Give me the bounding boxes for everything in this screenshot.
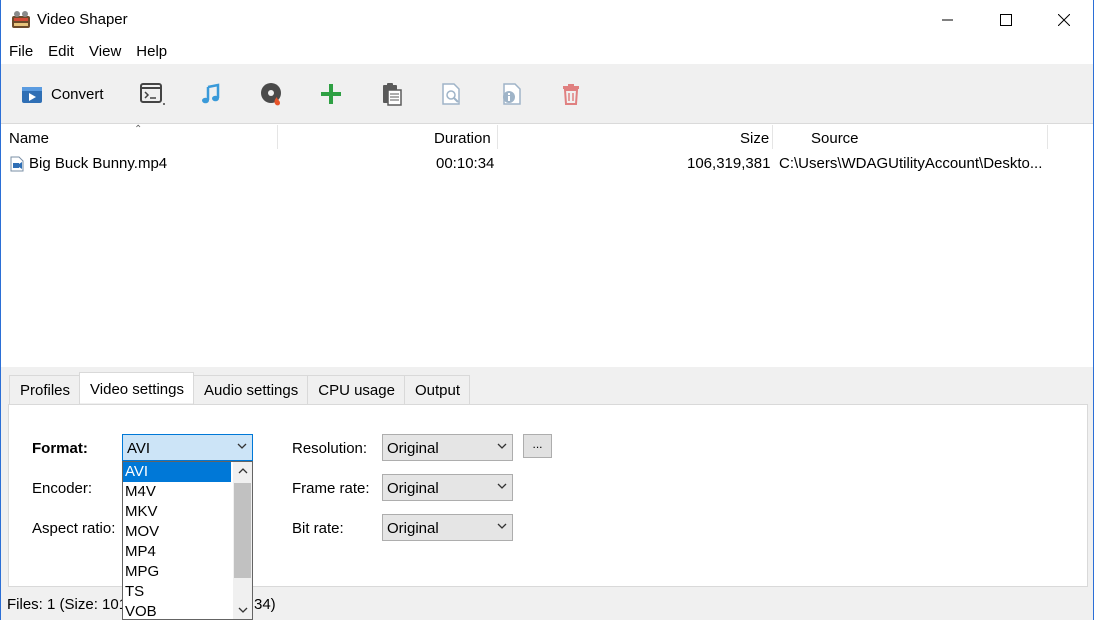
status-text: Files: 1 (Size: 101 — [7, 596, 128, 613]
resolution-more-button[interactable]: ... — [523, 434, 552, 458]
bit-rate-select[interactable]: Original — [382, 514, 513, 541]
settings-tabs: Profiles Video settings Audio settings C… — [9, 372, 470, 405]
format-option-mp4[interactable]: MP4 — [123, 542, 231, 562]
chevron-down-icon — [238, 607, 247, 613]
terminal-icon — [140, 83, 165, 105]
video-file-icon — [10, 156, 24, 172]
info-icon — [503, 83, 521, 105]
format-select[interactable]: AVI — [122, 434, 253, 461]
add-file-button[interactable] — [320, 78, 342, 110]
chevron-down-icon — [497, 483, 507, 489]
close-button[interactable] — [1035, 0, 1093, 40]
maximize-icon — [1000, 14, 1012, 26]
column-size[interactable]: Size — [740, 130, 769, 147]
delete-icon — [563, 84, 579, 105]
add-icon — [321, 84, 341, 104]
convert-label: Convert — [51, 85, 104, 103]
properties-button — [500, 78, 522, 110]
close-icon — [1058, 14, 1070, 26]
chevron-down-icon — [497, 443, 507, 449]
frame-rate-value: Original — [387, 480, 439, 497]
tab-audio-settings[interactable]: Audio settings — [193, 375, 309, 404]
menu-help[interactable]: Help — [128, 40, 174, 64]
paste-button[interactable] — [381, 78, 403, 110]
frame-rate-label: Frame rate: — [292, 480, 370, 497]
minimize-icon — [942, 19, 953, 21]
bit-rate-label: Bit rate: — [292, 520, 344, 537]
convert-button[interactable]: Convert — [21, 78, 104, 110]
dropdown-scrollbar[interactable] — [233, 462, 252, 619]
list-header: ⌃ Name Duration Size Source — [1, 124, 1093, 151]
cell-duration: 00:10:34 — [436, 155, 495, 172]
window-title: Video Shaper — [37, 11, 128, 28]
cell-name: Big Buck Bunny.mp4 — [29, 155, 168, 172]
frame-rate-select[interactable]: Original — [382, 474, 513, 501]
format-option-mov[interactable]: MOV — [123, 522, 231, 542]
sort-ascending-icon: ⌃ — [134, 124, 143, 135]
bit-rate-value: Original — [387, 520, 439, 537]
clipboard-icon — [383, 83, 402, 106]
format-option-mkv[interactable]: MKV — [123, 502, 231, 522]
chevron-down-icon — [497, 523, 507, 529]
menu-file[interactable]: File — [1, 40, 40, 64]
table-row[interactable]: Big Buck Bunny.mp4 00:10:34 106,319,381 … — [1, 152, 1093, 176]
audio-button[interactable] — [200, 78, 222, 110]
format-option-mpg[interactable]: MPG — [123, 562, 231, 582]
menu-bar: File Edit View Help — [1, 40, 1093, 64]
column-divider[interactable] — [497, 125, 498, 149]
tab-profiles[interactable]: Profiles — [9, 375, 81, 404]
menu-view[interactable]: View — [81, 40, 128, 64]
resolution-label: Resolution: — [292, 440, 368, 457]
format-option-ts[interactable]: TS — [123, 582, 231, 602]
toolbar: Convert — [1, 64, 1093, 124]
command-line-button[interactable] — [140, 78, 166, 110]
music-icon — [202, 83, 220, 104]
column-divider[interactable] — [772, 125, 773, 149]
column-divider[interactable] — [277, 125, 278, 149]
column-duration[interactable]: Duration — [434, 130, 491, 147]
chevron-down-icon — [237, 443, 247, 449]
format-option-vob[interactable]: VOB — [123, 602, 231, 620]
preview-button — [441, 78, 463, 110]
scroll-up-button[interactable] — [233, 462, 252, 480]
tab-cpu-usage[interactable]: CPU usage — [307, 375, 405, 404]
format-value: AVI — [127, 440, 151, 457]
tab-video-settings[interactable]: Video settings — [79, 372, 194, 403]
aspect-ratio-label: Aspect ratio: — [32, 520, 116, 537]
maximize-button[interactable] — [977, 0, 1035, 40]
cell-source: C:\Users\WDAGUtilityAccount\Deskto... — [779, 155, 1043, 172]
status-text-tail: 34) — [254, 596, 276, 613]
format-label: Format: — [32, 440, 88, 457]
column-name[interactable]: Name — [9, 130, 49, 147]
column-source[interactable]: Source — [811, 130, 859, 147]
format-dropdown-list[interactable]: AVI M4V MKV MOV MP4 MPG TS VOB — [122, 461, 253, 620]
minimize-button[interactable] — [919, 0, 977, 40]
format-option-avi[interactable]: AVI — [123, 462, 231, 482]
disc-burn-icon — [261, 83, 281, 106]
delete-button — [561, 78, 581, 110]
tab-output[interactable]: Output — [403, 375, 470, 404]
scroll-down-button[interactable] — [233, 601, 252, 619]
cell-size: 106,319,381 — [687, 155, 771, 172]
app-logo-icon — [12, 11, 30, 28]
menu-edit[interactable]: Edit — [40, 40, 81, 64]
chevron-up-icon — [238, 468, 247, 474]
resolution-value: Original — [387, 440, 439, 457]
preview-icon — [442, 83, 460, 105]
resolution-select[interactable]: Original — [382, 434, 513, 461]
scroll-thumb[interactable] — [234, 483, 251, 578]
column-divider[interactable] — [1047, 125, 1048, 149]
encoder-label: Encoder: — [32, 480, 93, 497]
burn-disc-button[interactable] — [260, 78, 284, 110]
title-bar: Video Shaper — [1, 0, 1093, 40]
format-option-m4v[interactable]: M4V — [123, 482, 231, 502]
convert-icon — [22, 87, 42, 103]
main-window: Video Shaper File Edit View Help Convert — [0, 0, 1094, 620]
